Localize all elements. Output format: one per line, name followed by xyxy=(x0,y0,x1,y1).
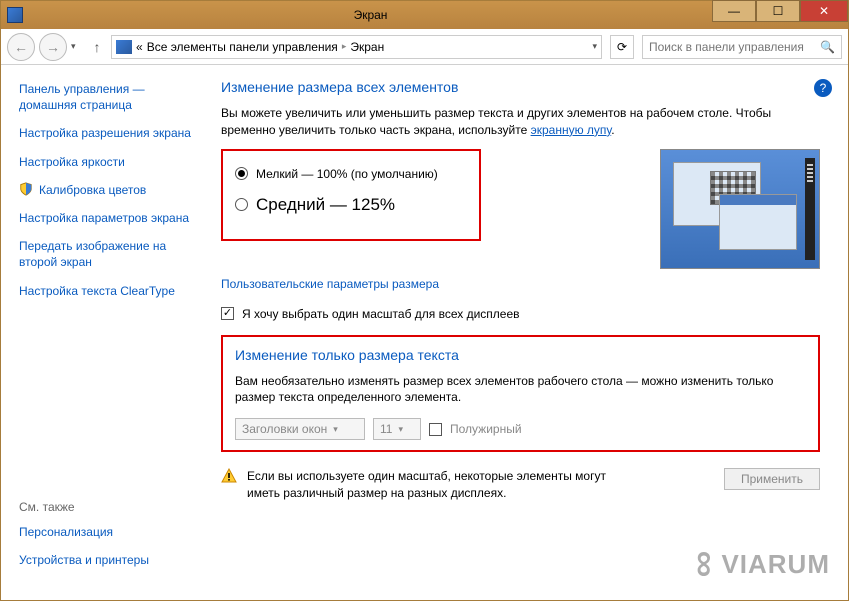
content: Панель управления — домашняя страница На… xyxy=(1,65,848,600)
page-heading: Изменение размера всех элементов xyxy=(221,79,820,95)
preview-image xyxy=(660,149,820,269)
apply-button[interactable]: Применить xyxy=(724,468,820,490)
up-button[interactable]: ↑ xyxy=(87,39,107,55)
window-title: Экран xyxy=(29,8,712,22)
radio-small-label: Мелкий — 100% (по умолчанию) xyxy=(256,167,438,181)
size-options-row: Мелкий — 100% (по умолчанию) Средний — 1… xyxy=(221,149,820,269)
text-size-description: Вам необязательно изменять размер всех э… xyxy=(235,373,806,407)
maximize-button[interactable]: ☐ xyxy=(756,0,800,22)
window-controls: — ☐ ✕ xyxy=(712,1,848,29)
magnifier-link[interactable]: экранную лупу xyxy=(531,123,612,137)
size-options-highlight: Мелкий — 100% (по умолчанию) Средний — 1… xyxy=(221,149,481,241)
text-size-controls: Заголовки окон▾ 11▾ Полужирный xyxy=(235,418,806,440)
refresh-button[interactable]: ⟳ xyxy=(610,35,634,59)
search-icon[interactable]: 🔍 xyxy=(820,40,835,54)
text-size-heading: Изменение только размера текста xyxy=(235,347,806,363)
one-scale-checkbox-row[interactable]: Я хочу выбрать один масштаб для всех дис… xyxy=(221,307,820,321)
chevron-down-icon: ▾ xyxy=(398,424,403,435)
chevron-right-icon: ▸ xyxy=(342,41,347,52)
minimize-button[interactable]: — xyxy=(712,0,756,22)
sidebar: Панель управления — домашняя страница На… xyxy=(1,65,211,600)
app-icon xyxy=(7,7,23,23)
navbar: ← → ▾ ↑ « Все элементы панели управления… xyxy=(1,29,848,65)
element-select[interactable]: Заголовки окон▾ xyxy=(235,418,365,440)
footer-row: Если вы используете один масштаб, некото… xyxy=(221,468,820,512)
forward-button[interactable]: → xyxy=(39,33,67,61)
watermark: ∞ VIARUM xyxy=(692,545,830,584)
history-dropdown-icon[interactable]: ▾ xyxy=(71,41,83,52)
bold-label: Полужирный xyxy=(450,422,522,436)
chevron-down-icon: ▾ xyxy=(333,424,338,435)
breadcrumb[interactable]: « Все элементы панели управления ▸ Экран… xyxy=(111,35,602,59)
custom-size-link[interactable]: Пользовательские параметры размера xyxy=(221,277,439,291)
sidebar-item-home[interactable]: Панель управления — домашняя страница xyxy=(19,81,199,113)
see-also-devices[interactable]: Устройства и принтеры xyxy=(19,552,149,568)
titlebar: Экран — ☐ ✕ xyxy=(1,1,848,29)
one-scale-checkbox[interactable] xyxy=(221,307,234,320)
breadcrumb-item-1[interactable]: Все элементы панели управления xyxy=(147,40,338,54)
main: ? Изменение размера всех элементов Вы мо… xyxy=(211,65,848,600)
sidebar-see-also: См. также Персонализация Устройства и пр… xyxy=(19,500,149,580)
shield-icon xyxy=(19,182,33,196)
back-button[interactable]: ← xyxy=(7,33,35,61)
text-size-highlight: Изменение только размера текста Вам необ… xyxy=(221,335,820,453)
radio-medium-input[interactable] xyxy=(235,198,248,211)
breadcrumb-prefix: « xyxy=(136,40,143,54)
search-input[interactable] xyxy=(649,40,820,54)
radio-small[interactable]: Мелкий — 100% (по умолчанию) xyxy=(235,167,467,181)
search-box[interactable]: 🔍 xyxy=(642,35,842,59)
sidebar-item-brightness[interactable]: Настройка яркости xyxy=(19,154,199,170)
sidebar-item-cleartype[interactable]: Настройка текста ClearType xyxy=(19,283,199,299)
window: Экран — ☐ ✕ ← → ▾ ↑ « Все элементы панел… xyxy=(0,0,849,601)
breadcrumb-item-2[interactable]: Экран xyxy=(350,40,384,54)
see-also-personalization[interactable]: Персонализация xyxy=(19,524,149,540)
see-also-heading: См. также xyxy=(19,500,149,514)
infinity-icon: ∞ xyxy=(685,551,724,579)
breadcrumb-expand-icon[interactable]: ▾ xyxy=(592,41,597,52)
bold-checkbox[interactable] xyxy=(429,423,442,436)
warning-icon xyxy=(221,468,237,484)
close-button[interactable]: ✕ xyxy=(800,0,848,22)
sidebar-item-display-settings[interactable]: Настройка параметров экрана xyxy=(19,210,199,226)
font-size-select[interactable]: 11▾ xyxy=(373,418,421,440)
sidebar-item-calibration[interactable]: Калибровка цветов xyxy=(19,182,199,198)
sidebar-item-resolution[interactable]: Настройка разрешения экрана xyxy=(19,125,199,141)
help-icon[interactable]: ? xyxy=(814,79,832,97)
radio-small-input[interactable] xyxy=(235,167,248,180)
radio-medium[interactable]: Средний — 125% xyxy=(235,195,467,215)
one-scale-label: Я хочу выбрать один масштаб для всех дис… xyxy=(242,307,520,321)
warning-text: Если вы используете один масштаб, некото… xyxy=(247,468,627,502)
sidebar-item-project[interactable]: Передать изображение на второй экран xyxy=(19,238,199,270)
radio-medium-label: Средний — 125% xyxy=(256,195,395,215)
page-description: Вы можете увеличить или уменьшить размер… xyxy=(221,105,820,139)
monitor-icon xyxy=(116,40,132,54)
